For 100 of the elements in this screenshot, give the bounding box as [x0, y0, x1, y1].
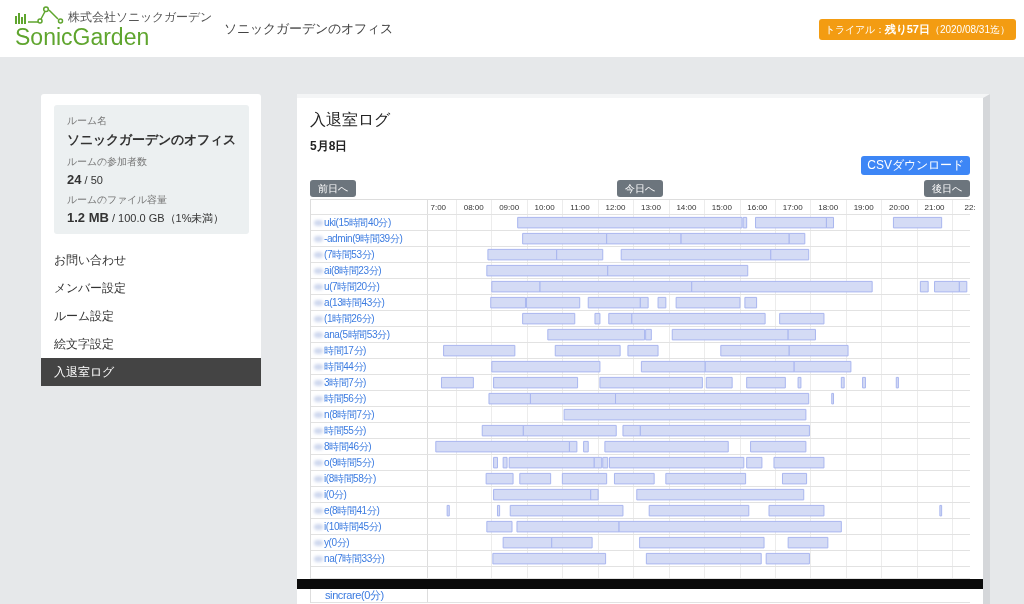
presence-bar	[720, 344, 790, 357]
hour-label: 18:00	[818, 202, 839, 212]
hour-label: 21:00	[924, 202, 945, 212]
presence-bar	[862, 376, 866, 389]
info-value: ソニックガーデンのオフィス	[67, 131, 236, 149]
member-link[interactable]: (1時間26分)	[324, 312, 375, 325]
hour-label: 16:00	[747, 202, 768, 212]
member-link[interactable]: ana(5時間53分)	[324, 328, 390, 341]
presence-bar	[675, 296, 741, 309]
sidebar-item[interactable]: お問い合わせ	[41, 246, 261, 274]
hour-label: 09:00	[499, 202, 520, 212]
member-link[interactable]: -admin(9時間39分)	[324, 232, 403, 245]
presence-bar	[497, 504, 501, 517]
presence-bar	[779, 312, 825, 325]
sidebar-item[interactable]: メンバー設定	[41, 274, 261, 302]
hour-label: 22:	[964, 202, 976, 212]
presence-bar	[522, 312, 576, 325]
today-button[interactable]: 今日へ	[617, 180, 663, 197]
hour-label: 10:00	[534, 202, 555, 212]
presence-bar	[744, 296, 758, 309]
presence-bar	[787, 536, 829, 549]
presence-bar	[493, 456, 498, 469]
member-link[interactable]: y(0分)	[324, 536, 350, 549]
company-name: 株式会社ソニックガーデン	[68, 10, 212, 24]
member-link[interactable]: na(7時間33分)	[324, 552, 385, 565]
hour-label: 7:00	[430, 202, 447, 212]
trial-badge: トライアル：残り57日（2020/08/31迄）	[818, 19, 1016, 40]
presence-bar	[840, 376, 845, 389]
member-link[interactable]: i(0分)	[324, 488, 347, 501]
presence-bar	[583, 440, 589, 453]
csv-download-button[interactable]: CSVダウンロード	[861, 156, 970, 175]
member-link[interactable]: sincrare(0分)	[325, 589, 384, 602]
member-link[interactable]: 8時間46分)	[324, 440, 372, 453]
info-label: ルームのファイル容量	[67, 193, 168, 207]
presence-bar	[765, 552, 810, 565]
member-link[interactable]: e(8時間41分)	[324, 504, 380, 517]
member-link[interactable]: ai(8時間23分)	[324, 264, 382, 277]
presence-bar	[919, 280, 929, 293]
info-value: 24 / 50	[67, 172, 104, 187]
member-link[interactable]: 時間56分)	[324, 392, 367, 405]
presence-bar	[485, 472, 514, 485]
presence-bar	[768, 504, 825, 517]
member-link[interactable]: uki(15時間40分)	[324, 216, 391, 229]
presence-bar	[657, 296, 667, 309]
hour-label: 12:00	[605, 202, 626, 212]
hour-label: 17:00	[782, 202, 803, 212]
presence-bar	[746, 376, 786, 389]
member-link[interactable]: i(10時間45分)	[324, 520, 382, 533]
presence-bar	[502, 536, 553, 549]
member-link[interactable]: i(8時間58分)	[324, 472, 376, 485]
member-link[interactable]: 時間44分)	[324, 360, 367, 373]
presence-bar	[788, 344, 849, 357]
hour-label: 19:00	[853, 202, 874, 212]
member-link[interactable]: (7時間53分)	[324, 248, 375, 261]
presence-bar	[554, 344, 621, 357]
presence-bar	[551, 536, 593, 549]
member-link[interactable]: 3時間7分)	[324, 376, 367, 389]
presence-bar	[440, 376, 474, 389]
presence-bar	[773, 456, 825, 469]
page-title: 入退室ログ	[310, 110, 391, 129]
presence-bar	[486, 520, 513, 533]
sidebar-item[interactable]: 絵文字設定	[41, 330, 261, 358]
presence-bar	[797, 376, 802, 389]
presence-bar	[627, 344, 659, 357]
presence-bar	[750, 440, 807, 453]
hour-label: 14:00	[676, 202, 697, 212]
logo-text: SonicGarden	[15, 24, 150, 51]
presence-bar	[519, 472, 552, 485]
presence-bar	[594, 312, 601, 325]
hour-label: 20:00	[889, 202, 910, 212]
hour-label: 11:00	[570, 202, 590, 212]
presence-bar	[892, 216, 943, 229]
hour-label: 15:00	[711, 202, 732, 212]
next-day-button[interactable]: 後日へ	[924, 180, 970, 197]
member-link[interactable]: a(13時間43分)	[324, 296, 385, 309]
info-value: 1.2 MB / 100.0 GB（1%未満）	[67, 210, 226, 226]
sidebar-item[interactable]: ルーム設定	[41, 302, 261, 330]
presence-bar	[613, 472, 655, 485]
date-heading: 5月8日	[310, 139, 348, 153]
presence-bar	[705, 376, 733, 389]
presence-bar	[895, 376, 899, 389]
presence-bar	[446, 504, 450, 517]
member-link[interactable]: 時間17分)	[324, 344, 367, 357]
sidebar-item[interactable]: 入退室ログ	[41, 358, 261, 386]
member-link[interactable]: u(7時間20分)	[324, 280, 380, 293]
presence-bar	[939, 504, 943, 517]
member-link[interactable]: n(8時間7分)	[324, 408, 375, 421]
member-link[interactable]: 時間55分)	[324, 424, 367, 437]
info-label: ルームの参加者数	[67, 155, 148, 169]
hour-label: 13:00	[640, 202, 661, 212]
member-link[interactable]: o(9時間5分)	[324, 456, 375, 469]
presence-bar	[831, 392, 835, 405]
hour-label: 08:00	[463, 202, 484, 212]
office-title: ソニックガーデンのオフィス	[224, 19, 394, 38]
presence-bar	[561, 472, 608, 485]
info-label: ルーム名	[67, 114, 108, 128]
logo-icon	[15, 6, 65, 24]
previous-day-button[interactable]: 前日へ	[310, 180, 356, 197]
presence-bar	[640, 360, 706, 373]
presence-bar	[782, 472, 808, 485]
